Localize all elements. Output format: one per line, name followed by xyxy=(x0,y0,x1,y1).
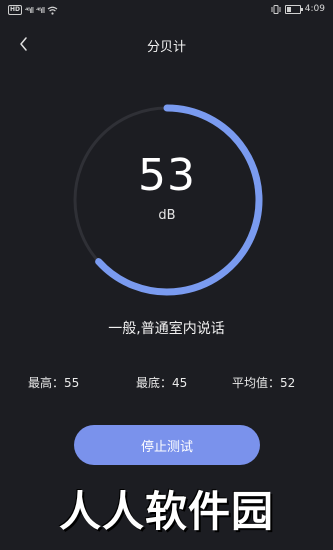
decibel-gauge: 53 dB xyxy=(65,98,269,302)
signal-icon: ⁴⁶ıll xyxy=(25,5,34,15)
noise-level-description: 一般,普通室内说话 xyxy=(108,321,225,337)
decibel-unit: dB xyxy=(158,208,176,223)
status-bar-right: 4:09 xyxy=(271,4,325,14)
battery-icon xyxy=(284,4,303,14)
max-stat: 最高：55 xyxy=(28,376,80,390)
nav-bar: 分贝计 xyxy=(0,30,333,58)
signal-icon: ⁴⁶ıll xyxy=(36,5,45,15)
watermark: 人人软件园 xyxy=(58,487,274,536)
status-time: 4:09 xyxy=(304,4,325,14)
decibel-value: 53 xyxy=(138,150,196,201)
status-bar-left: HD ⁴⁶ıll ⁴⁶ıll xyxy=(8,5,58,15)
average-stat: 平均值：52 xyxy=(232,376,296,390)
battery-level xyxy=(286,6,291,12)
hd-badge: HD xyxy=(8,5,23,15)
stop-test-button[interactable]: 停止测试 xyxy=(74,425,260,465)
wifi-icon xyxy=(47,6,58,15)
vibrate-icon xyxy=(271,4,281,14)
status-bar: HD ⁴⁶ıll ⁴⁶ıll 4:09 xyxy=(0,0,333,24)
min-stat: 最底：45 xyxy=(136,376,188,390)
page-title: 分贝计 xyxy=(146,40,186,55)
